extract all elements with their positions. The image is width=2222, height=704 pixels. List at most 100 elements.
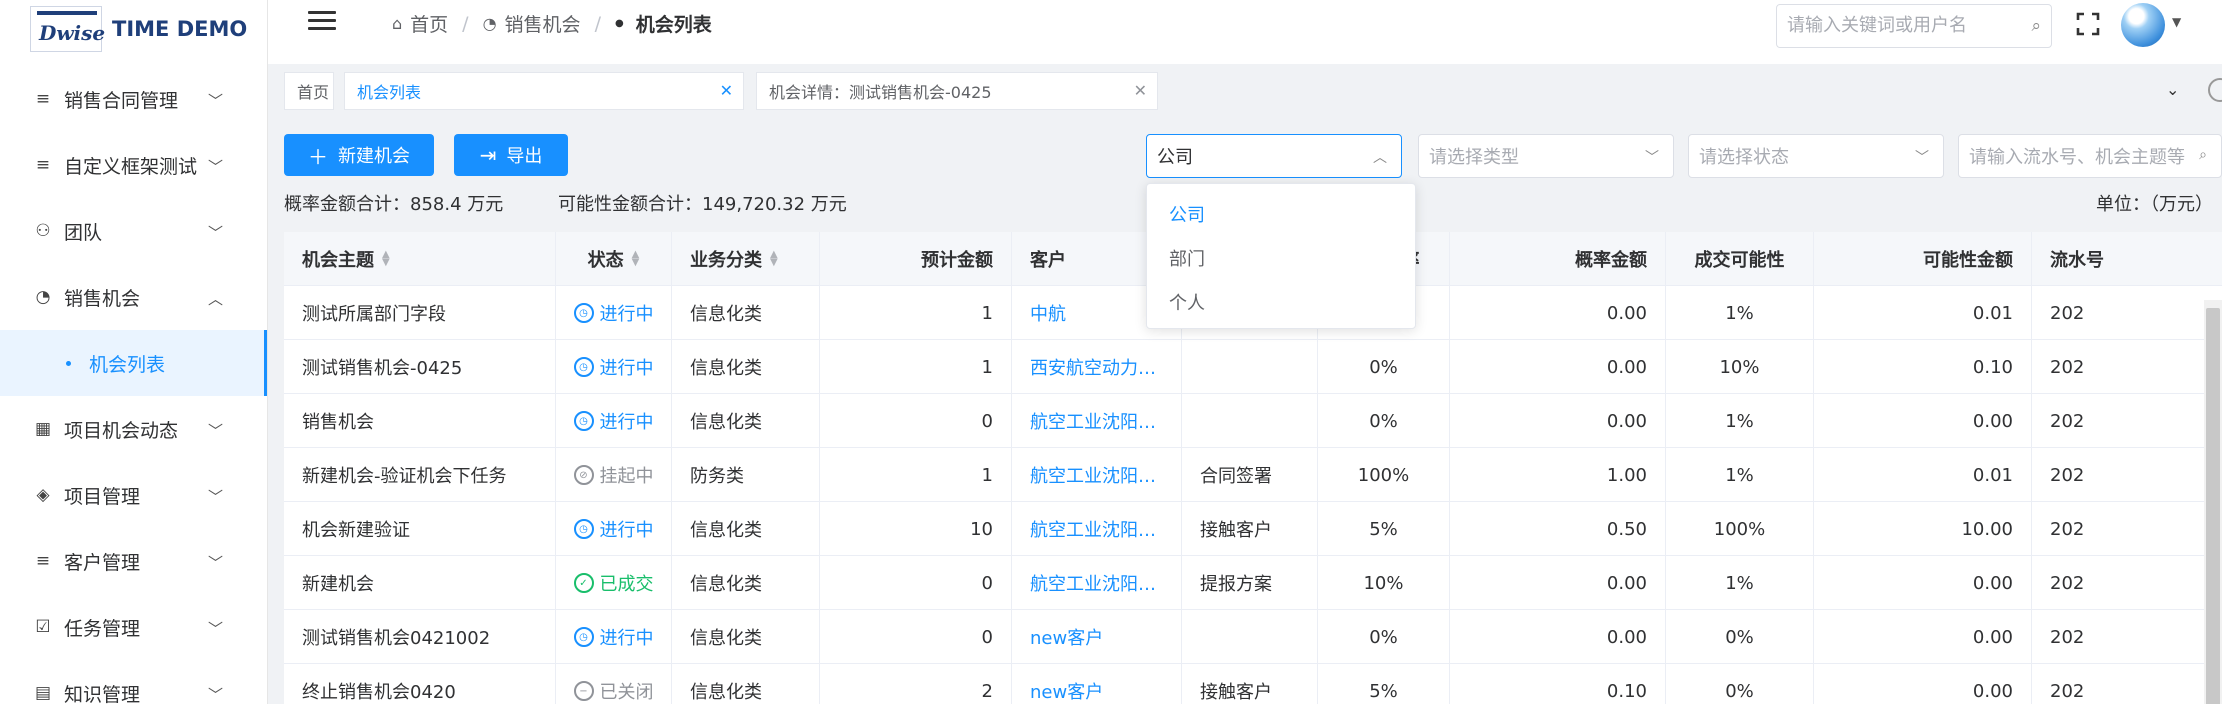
- cell-value: 202: [2050, 464, 2085, 486]
- sidebar-item[interactable]: ≡ 自定义框架测试 ﹀: [0, 132, 267, 198]
- type-select[interactable]: 请选择类型 ﹀: [1418, 134, 1674, 178]
- cell-amount: 2: [820, 664, 1012, 704]
- keyword-search[interactable]: 请输入流水号、机会主题等 ⌕: [1958, 134, 2222, 178]
- cell-stage-prob: 5%: [1318, 664, 1450, 704]
- cell-value: 2: [981, 680, 993, 702]
- customer-link[interactable]: new客户: [1030, 624, 1103, 650]
- cell-customer[interactable]: 西安航空动力股…: [1012, 340, 1182, 394]
- fullscreen-icon[interactable]: [2076, 12, 2100, 36]
- tag-opportunity-list[interactable]: 机会列表 ✕: [344, 72, 744, 110]
- sort-icon[interactable]: ▲ ▼: [632, 250, 640, 268]
- table-row[interactable]: 测试销售机会-0425 ◷ 进行中 信息化类 1 西安航空动力股… 0% 0.00 10% 0.1…: [284, 340, 2222, 394]
- cell-value: 测试所属部门字段: [302, 304, 446, 325]
- sidebar-item[interactable]: ◔ 销售机会 ︿: [0, 264, 267, 330]
- cell-category: 信息化类: [672, 340, 820, 394]
- global-search-input[interactable]: [1787, 15, 2017, 36]
- sidebar-item[interactable]: ◈ 项目管理 ﹀: [0, 462, 267, 528]
- column-header[interactable]: 业务分类 ▲ ▼: [672, 232, 820, 286]
- cell-customer[interactable]: 航空工业沈阳飞…: [1012, 448, 1182, 502]
- cell-stage-prob: 5%: [1318, 502, 1450, 556]
- cell-serial: 202: [2032, 448, 2222, 502]
- cell-value: 1%: [1725, 572, 1754, 594]
- table-row[interactable]: 新建机会 ✓ 已成交 信息化类 0 航空工业沈阳飞… 提报方案 10% 0.00 1% 0.00 20…: [284, 556, 2222, 610]
- search-icon[interactable]: ⌕: [2031, 16, 2041, 36]
- cell-customer[interactable]: new客户: [1012, 664, 1182, 704]
- type-select-placeholder: 请选择类型: [1429, 147, 1519, 168]
- customer-link[interactable]: 航空工业沈阳飞…: [1030, 570, 1163, 596]
- cell-value: 0.00: [1606, 356, 1647, 378]
- logo-text: Dwise: [39, 21, 106, 45]
- cell-value: 0%: [1725, 680, 1754, 702]
- customer-link[interactable]: 西安航空动力股…: [1030, 354, 1163, 380]
- avatar[interactable]: [2121, 3, 2165, 47]
- cell-value: 0.00: [1606, 302, 1647, 324]
- sidebar-item[interactable]: ▤ 知识管理 ﹀: [0, 660, 267, 704]
- app-logo[interactable]: Dwise TIME DEMO: [30, 6, 247, 52]
- pie-chart-icon: ◔: [482, 14, 497, 33]
- close-all-icon[interactable]: [2208, 78, 2222, 102]
- caret-down-icon[interactable]: ▼: [2172, 15, 2181, 29]
- status-progress-icon: ◷: [573, 357, 594, 377]
- sidebar-item[interactable]: ≡ 客户管理 ﹀: [0, 528, 267, 594]
- tag-home[interactable]: 首页: [284, 72, 334, 110]
- cell-amount: 0: [820, 610, 1012, 664]
- sort-icon[interactable]: ▲ ▼: [770, 250, 778, 268]
- table-row[interactable]: 测试销售机会0421002 ◷ 进行中 信息化类 0 new客户 0% 0.00 0% 0.00 2…: [284, 610, 2222, 664]
- cell-value: 0.00: [1606, 410, 1647, 432]
- sidebar-item[interactable]: ☑ 任务管理 ﹀: [0, 594, 267, 660]
- breadcrumb-sales[interactable]: ◔ 销售机会: [483, 10, 581, 37]
- scope-dropdown: 公司 部门 个人: [1146, 183, 1416, 329]
- column-header-label: 客户: [1030, 250, 1066, 271]
- customer-link[interactable]: 航空工业沈阳飞…: [1030, 516, 1163, 542]
- sidebar-item[interactable]: ⚇ 团队 ﹀: [0, 198, 267, 264]
- table-row[interactable]: 机会新建验证 ◷ 进行中 信息化类 10 航空工业沈阳飞… 接触客户 5% 0.50 100% 10…: [284, 502, 2222, 556]
- column-header[interactable]: 机会主题 ▲ ▼: [284, 232, 556, 286]
- new-opportunity-button[interactable]: ＋ 新建机会: [284, 134, 434, 176]
- tag-label: 机会列表: [357, 83, 422, 102]
- cell-value: 接触客户: [1200, 520, 1272, 541]
- dropdown-option[interactable]: 个人: [1147, 280, 1415, 324]
- status-progress-icon: ◷: [573, 303, 594, 323]
- cell-value: 0.00: [1972, 410, 2013, 432]
- export-icon: ⇥: [479, 144, 497, 167]
- close-icon[interactable]: ✕: [1134, 81, 1147, 100]
- breadcrumb-sales-label: 销售机会: [504, 14, 581, 36]
- customer-link[interactable]: new客户: [1030, 678, 1103, 704]
- breadcrumb-home[interactable]: ⌂ 首页: [392, 10, 448, 37]
- sidebar-item[interactable]: ≡ 销售合同管理 ﹀: [0, 66, 267, 132]
- chevron-down-icon[interactable]: ⌄: [2166, 80, 2179, 99]
- cell-prob-amount: 0.10: [1450, 664, 1666, 704]
- chevron-down-icon: ﹀: [1645, 150, 1659, 166]
- status-label: 已关闭: [599, 682, 654, 703]
- cell-customer[interactable]: new客户: [1012, 610, 1182, 664]
- cell-possible-amount: 0.00: [1814, 556, 2032, 610]
- sidebar-subitem[interactable]: 机会列表: [0, 330, 267, 396]
- scrollbar-thumb[interactable]: [2206, 308, 2220, 704]
- cell-customer[interactable]: 航空工业沈阳飞…: [1012, 502, 1182, 556]
- customer-link[interactable]: 航空工业沈阳飞…: [1030, 462, 1163, 488]
- sort-icon[interactable]: ▲ ▼: [382, 250, 390, 268]
- table-row[interactable]: 新建机会-验证机会下任务 ⊘ 挂起中 防务类 1 航空工业沈阳飞… 合同签署 100% 1.00…: [284, 448, 2222, 502]
- breadcrumb-current-label: 机会列表: [635, 14, 712, 36]
- status-progress-icon: ◷: [573, 519, 594, 539]
- customer-link[interactable]: 中航: [1030, 300, 1066, 326]
- customer-link[interactable]: 航空工业沈阳飞…: [1030, 408, 1163, 434]
- dropdown-option[interactable]: 部门: [1147, 236, 1415, 280]
- hamburger-icon[interactable]: [308, 11, 336, 33]
- dropdown-option[interactable]: 公司: [1147, 192, 1415, 236]
- cell-customer[interactable]: 航空工业沈阳飞…: [1012, 394, 1182, 448]
- close-icon[interactable]: ✕: [720, 81, 733, 100]
- table-row[interactable]: 销售机会 ◷ 进行中 信息化类 0 航空工业沈阳飞… 0% 0.00 1% 0.00 202: [284, 394, 2222, 448]
- sidebar-item[interactable]: ▦ 项目机会动态 ﹀: [0, 396, 267, 462]
- tag-opportunity-detail[interactable]: 机会详情：测试销售机会-0425 ✕: [756, 72, 1158, 110]
- cell-value: 测试销售机会-0425: [302, 358, 463, 379]
- table-row[interactable]: 终止销售机会0420 − 已关闭 信息化类 2 new客户 接触客户 5% 0.10 0% 0.00…: [284, 664, 2222, 704]
- scope-select[interactable]: 公司 ︿: [1146, 134, 1402, 178]
- status-select[interactable]: 请选择状态 ﹀: [1688, 134, 1944, 178]
- column-header[interactable]: 状态 ▲ ▼: [556, 232, 672, 286]
- vertical-scrollbar[interactable]: [2204, 300, 2222, 704]
- logo-mark: Dwise: [30, 6, 106, 52]
- export-button[interactable]: ⇥ 导出: [454, 134, 568, 176]
- search-icon[interactable]: ⌕: [2199, 147, 2207, 163]
- cell-customer[interactable]: 航空工业沈阳飞…: [1012, 556, 1182, 610]
